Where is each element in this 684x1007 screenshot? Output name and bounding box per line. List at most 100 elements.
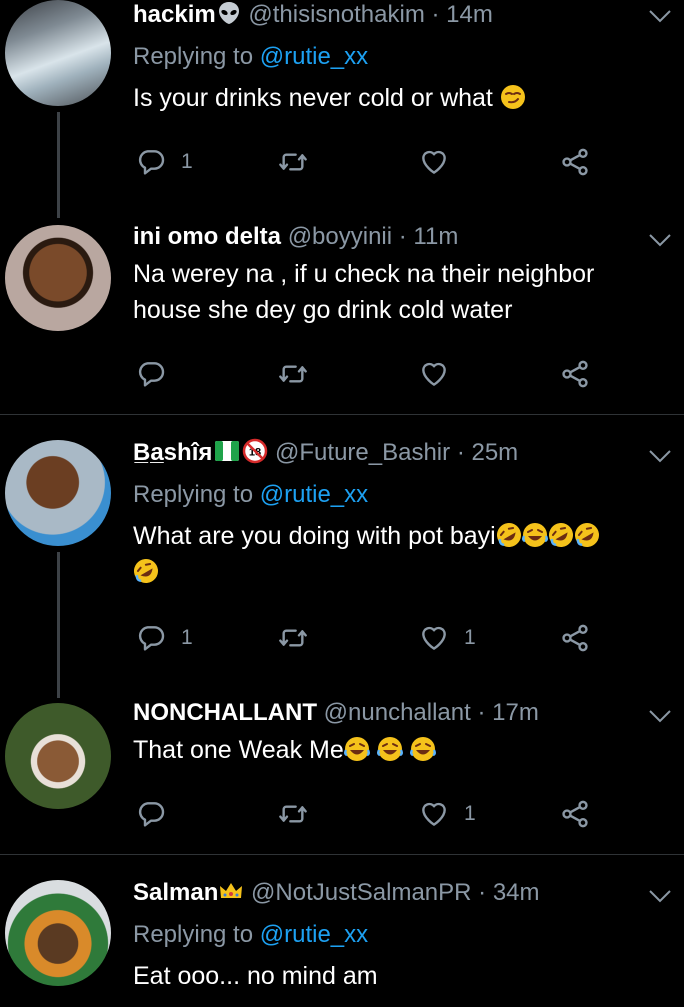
retweet-icon bbox=[277, 146, 309, 178]
chevron-down-icon[interactable] bbox=[648, 448, 672, 464]
retweet-icon bbox=[277, 358, 309, 390]
nigeria-flag-icon bbox=[215, 441, 240, 461]
tears-of-joy-emoji-icon bbox=[410, 736, 436, 762]
handle[interactable]: @nunchallant bbox=[324, 699, 471, 726]
rofl-emoji-icon bbox=[548, 522, 574, 548]
replying-to-link[interactable]: @rutie_xx bbox=[260, 921, 368, 948]
no-under-18-icon: 18 bbox=[243, 438, 268, 464]
like-button[interactable]: 1 bbox=[418, 796, 476, 832]
like-button[interactable]: 1 bbox=[418, 620, 476, 656]
share-button[interactable] bbox=[559, 620, 591, 656]
tweet[interactable]: hackim @thisisnothakim · 14m Replying to… bbox=[0, 0, 684, 210]
tweet-text: Na werey na , if u check na their neighb… bbox=[133, 260, 595, 324]
reply-button[interactable]: 1 bbox=[135, 620, 193, 656]
like-count: 1 bbox=[464, 626, 476, 649]
reply-icon bbox=[135, 622, 167, 654]
heart-icon bbox=[418, 146, 450, 178]
timestamp[interactable]: · 25m bbox=[457, 439, 518, 466]
tweet-actions: 1 bbox=[135, 796, 595, 832]
tweet[interactable]: NONCHALLANT @nunchallant · 17m That one … bbox=[0, 698, 684, 852]
display-name[interactable]: NONCHALLANT bbox=[133, 699, 317, 726]
display-name[interactable]: hackim bbox=[133, 1, 216, 28]
reply-count: 1 bbox=[181, 626, 193, 649]
retweet-icon bbox=[277, 622, 309, 654]
chevron-down-icon[interactable] bbox=[648, 708, 672, 724]
timestamp[interactable]: · 17m bbox=[477, 699, 538, 726]
rofl-emoji-icon bbox=[133, 558, 159, 584]
tweet-text-body: Is your drinks never cold or what bbox=[133, 84, 493, 112]
reply-button[interactable] bbox=[135, 356, 167, 392]
reply-icon bbox=[135, 358, 167, 390]
timestamp[interactable]: · 34m bbox=[478, 879, 539, 906]
avatar[interactable] bbox=[5, 440, 111, 546]
replying-to: Replying to @rutie_xx bbox=[133, 480, 664, 510]
like-button[interactable] bbox=[418, 144, 450, 180]
tweet-header: hackim @thisisnothakim · 14m bbox=[133, 0, 664, 30]
share-icon bbox=[559, 798, 591, 830]
avatar[interactable] bbox=[5, 703, 111, 809]
chevron-down-icon[interactable] bbox=[648, 888, 672, 904]
like-count: 1 bbox=[464, 802, 476, 825]
reply-icon bbox=[135, 146, 167, 178]
reply-button[interactable] bbox=[135, 796, 167, 832]
replying-to-link[interactable]: @rutie_xx bbox=[260, 481, 368, 508]
replying-to: Replying to @rutie_xx bbox=[133, 920, 664, 950]
alien-emoji-icon bbox=[218, 2, 239, 24]
tweet-text-body: What are you doing with pot bayi bbox=[133, 522, 496, 550]
heart-icon bbox=[418, 622, 450, 654]
tweet-text: What are you doing with pot bayi bbox=[133, 518, 664, 590]
rofl-emoji-icon bbox=[496, 522, 522, 548]
display-name[interactable]: B̲a̲shîя bbox=[133, 439, 212, 466]
tweet-text: Is your drinks never cold or what bbox=[133, 80, 664, 116]
tweet-header: ini omo delta @boyyinii · 11m bbox=[133, 222, 664, 252]
tweet-actions: 1 1 bbox=[135, 620, 595, 656]
avatar[interactable] bbox=[5, 0, 111, 106]
share-icon bbox=[559, 146, 591, 178]
smirk-emoji-icon bbox=[500, 85, 525, 109]
retweet-icon bbox=[277, 798, 309, 830]
share-icon bbox=[559, 622, 591, 654]
tweet-text: Eat ooo... no mind am bbox=[133, 962, 378, 990]
chevron-down-icon[interactable] bbox=[648, 8, 672, 24]
divider bbox=[0, 414, 684, 415]
heart-icon bbox=[418, 798, 450, 830]
share-button[interactable] bbox=[559, 356, 591, 392]
avatar[interactable] bbox=[5, 880, 111, 986]
handle[interactable]: @thisisnothakim bbox=[248, 1, 424, 28]
tweet[interactable]: ini omo delta @boyyinii · 11m Na werey n… bbox=[0, 222, 684, 412]
handle[interactable]: @boyyinii bbox=[288, 223, 392, 250]
share-button[interactable] bbox=[559, 796, 591, 832]
display-name[interactable]: Salman bbox=[133, 879, 218, 906]
replying-to: Replying to @rutie_xx bbox=[133, 42, 664, 72]
replying-to-label: Replying to bbox=[133, 43, 260, 70]
display-name[interactable]: ini omo delta bbox=[133, 223, 281, 250]
timestamp[interactable]: · 11m bbox=[399, 223, 459, 250]
chevron-down-icon[interactable] bbox=[648, 232, 672, 248]
tears-of-joy-emoji-icon bbox=[344, 736, 370, 762]
replying-to-label: Replying to bbox=[133, 481, 260, 508]
retweet-button[interactable] bbox=[277, 796, 309, 832]
replying-to-link[interactable]: @rutie_xx bbox=[260, 43, 368, 70]
retweet-button[interactable] bbox=[277, 356, 309, 392]
share-button[interactable] bbox=[559, 144, 591, 180]
replying-to-label: Replying to bbox=[133, 921, 260, 948]
share-icon bbox=[559, 358, 591, 390]
tweet-header: B̲a̲shîя 18 @Future_Bashir · 25m bbox=[133, 438, 664, 468]
heart-icon bbox=[418, 358, 450, 390]
retweet-button[interactable] bbox=[277, 620, 309, 656]
tweet-header: Salman @NotJustSalmanPR · 34m bbox=[133, 878, 664, 908]
rofl-emoji-icon bbox=[574, 522, 600, 548]
tweet[interactable]: B̲a̲shîя 18 @Future_Bashir · 25m Replying… bbox=[0, 438, 684, 668]
reply-icon bbox=[135, 798, 167, 830]
handle[interactable]: @NotJustSalmanPR bbox=[251, 879, 471, 906]
like-button[interactable] bbox=[418, 356, 450, 392]
tweet-text-body: That one Weak Me bbox=[133, 736, 344, 764]
reply-button[interactable]: 1 bbox=[135, 144, 193, 180]
crown-emoji-icon bbox=[220, 883, 243, 898]
retweet-button[interactable] bbox=[277, 144, 309, 180]
timestamp[interactable]: · 14m bbox=[432, 1, 493, 28]
tweet[interactable]: Salman @NotJustSalmanPR · 34m Replying t… bbox=[0, 878, 684, 1007]
handle[interactable]: @Future_Bashir bbox=[275, 439, 450, 466]
laughing-emoji-icon bbox=[522, 522, 548, 548]
avatar[interactable] bbox=[5, 225, 111, 331]
